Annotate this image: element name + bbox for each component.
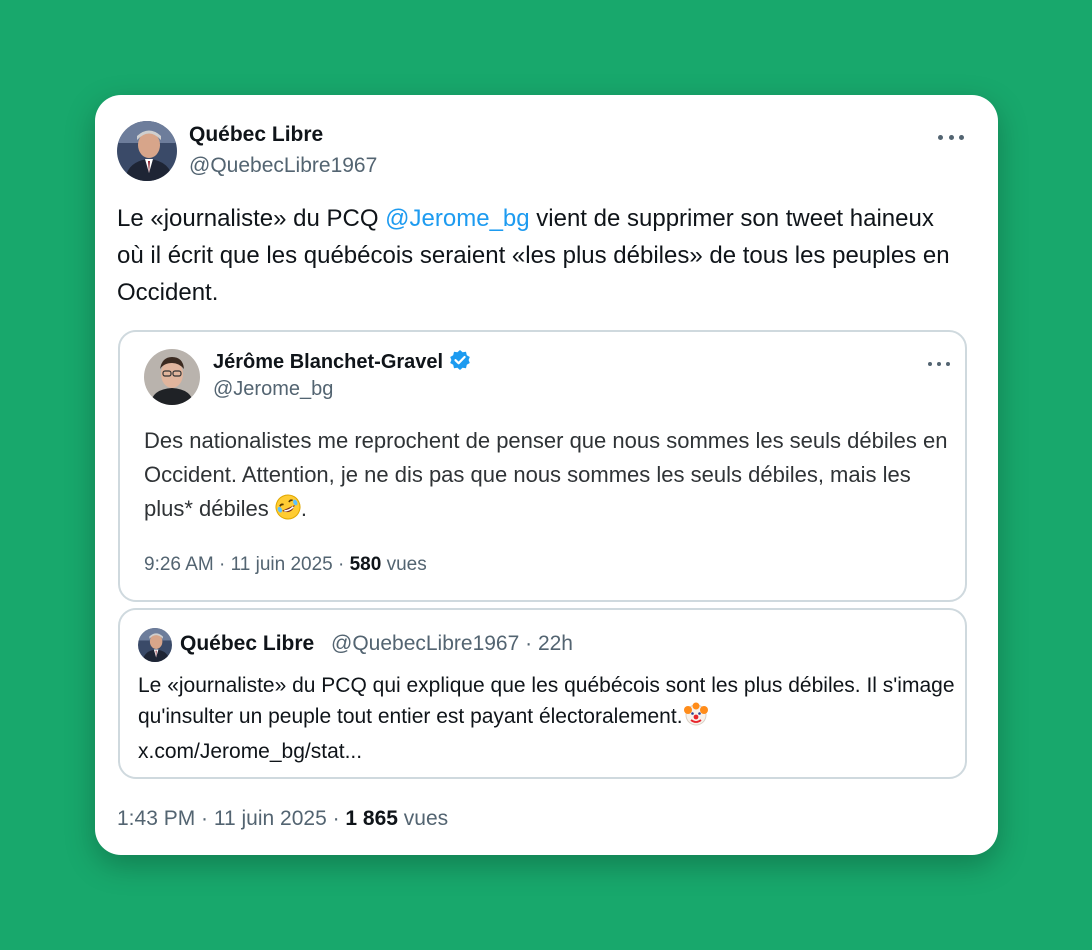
- quoted-views-label: vues: [381, 554, 427, 575]
- quoted-more-options-icon[interactable]: [928, 359, 950, 369]
- reply-author-avatar[interactable]: [138, 628, 172, 662]
- reply-text: Le «journaliste» du PCQ qui explique que…: [138, 674, 955, 763]
- tweet-views-label: vues: [397, 807, 449, 830]
- author-handle[interactable]: @QuebecLibre1967: [189, 154, 377, 178]
- tweet-timestamp[interactable]: 1:43 PM · 11 juin 2025 ·: [117, 807, 345, 830]
- reply-author-handle[interactable]: @QuebecLibre1967 · 22h: [331, 632, 573, 656]
- quoted-timestamp[interactable]: 9:26 AM · 11 juin 2025 ·: [144, 554, 350, 575]
- tweet-views-count: 1 865: [345, 807, 398, 830]
- tweet-text: Le «journaliste» du PCQ @Jerome_bg vient…: [117, 205, 950, 306]
- author-name[interactable]: Québec Libre: [189, 123, 323, 147]
- rolling-on-floor-laughing-emoji: [275, 494, 301, 530]
- reply-author-name[interactable]: Québec Libre: [180, 632, 314, 656]
- verified-badge-icon: [449, 349, 471, 377]
- tweet-card: Québec Libre @QuebecLibre1967 Le «journa…: [95, 95, 998, 855]
- tweet-meta: 1:43 PM · 11 juin 2025 · 1 865 vues: [117, 807, 448, 831]
- quoted-author-name[interactable]: Jérôme Blanchet-Gravel: [213, 349, 471, 377]
- quoted-tweet-meta: 9:26 AM · 11 juin 2025 · 580 vues: [144, 554, 427, 576]
- quoted-tweet[interactable]: Jérôme Blanchet-Gravel @Jerome_bg Des na…: [118, 330, 967, 602]
- quoted-views-count: 580: [349, 554, 382, 575]
- quoted-author-avatar[interactable]: [144, 349, 200, 405]
- quoted-tweet-text: Des nationalistes me reprochent de pense…: [144, 424, 954, 530]
- author-avatar[interactable]: [117, 121, 177, 181]
- more-options-icon[interactable]: [938, 132, 964, 142]
- reply-link[interactable]: x.com/Jerome_bg/stat...: [138, 740, 362, 763]
- clown-face-emoji: [683, 701, 709, 736]
- mention-link[interactable]: @Jerome_bg: [385, 205, 529, 232]
- reply-preview[interactable]: Québec Libre @QuebecLibre1967 · 22h Le «…: [118, 608, 967, 779]
- quoted-author-handle[interactable]: @Jerome_bg: [213, 378, 333, 401]
